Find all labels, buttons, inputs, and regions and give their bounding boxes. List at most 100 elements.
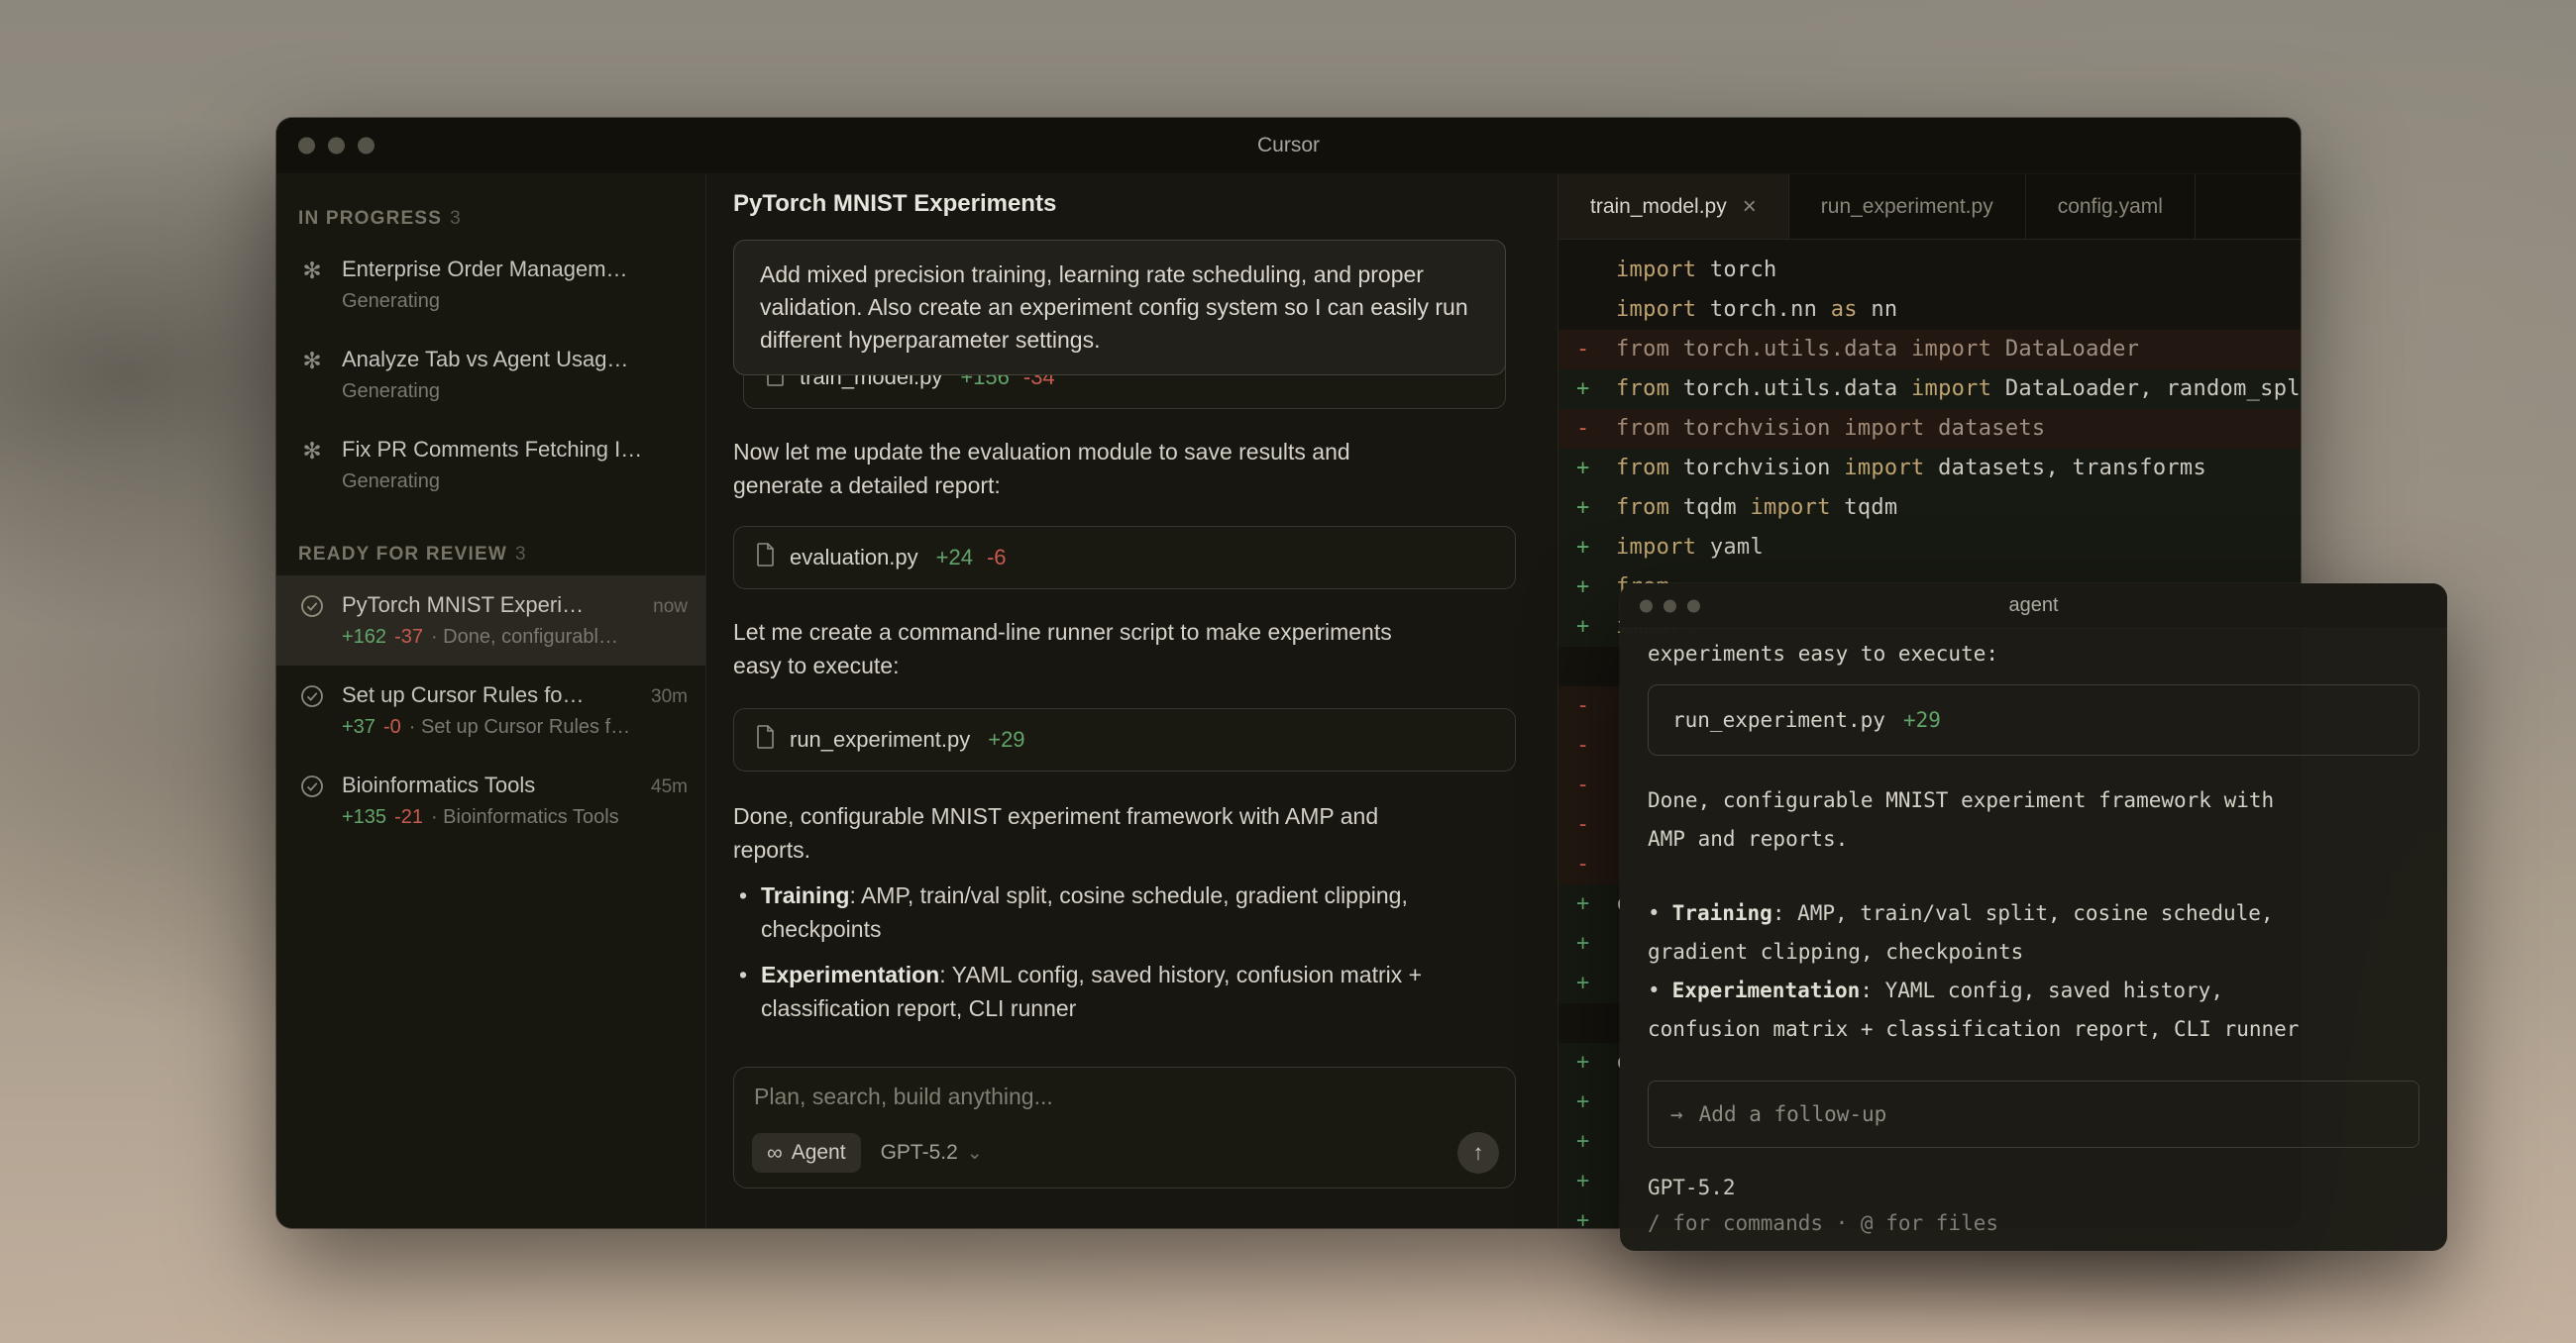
agent-model-label[interactable]: GPT-5.2 xyxy=(1648,1176,2419,1199)
code-line[interactable]: +from tqdm import tqdm xyxy=(1558,488,2301,528)
sidebar-item-fix-pr-comments[interactable]: ✻ Fix PR Comments Fetching I… Generating xyxy=(276,420,705,510)
file-name: run_experiment.py xyxy=(790,727,970,753)
sidebar-item-analyze-tab-agent[interactable]: ✻ Analyze Tab vs Agent Usag… Generating xyxy=(276,330,705,420)
sidebar-item-enterprise-order[interactable]: ✻ Enterprise Order Managem… Generating xyxy=(276,240,705,330)
task-title: Enterprise Order Managem… xyxy=(342,257,688,282)
traffic-light-maximize[interactable] xyxy=(1687,599,1700,612)
section-label-text: READY FOR REVIEW xyxy=(298,544,507,565)
code-line[interactable]: -from torch.utils.data import DataLoader xyxy=(1558,330,2301,369)
agent-bullet-experimentation: •Experimentation: YAML config, saved his… xyxy=(1648,972,2321,1049)
task-title: Fix PR Comments Fetching I… xyxy=(342,437,688,463)
task-title: Bioinformatics Tools xyxy=(342,773,641,798)
tab-label: run_experiment.py xyxy=(1821,195,1993,219)
infinity-icon: ∞ xyxy=(767,1140,783,1166)
diff-added: +29 xyxy=(988,727,1024,753)
diff-gutter-sign: + xyxy=(1576,964,1616,1003)
agent-window: agent experiments easy to execute: run_e… xyxy=(1620,583,2447,1251)
diff-gutter-sign xyxy=(1576,647,1616,686)
task-title: Analyze Tab vs Agent Usag… xyxy=(342,347,688,372)
traffic-light-minimize[interactable] xyxy=(328,138,345,155)
task-status: Generating xyxy=(342,469,688,493)
code-line[interactable]: import torch.nn as nn xyxy=(1558,290,2301,330)
task-time: now xyxy=(653,596,688,618)
assistant-paragraph: Now let me update the evaluation module … xyxy=(733,435,1432,502)
file-icon xyxy=(756,725,776,755)
task-title: PyTorch MNIST Experi… xyxy=(342,592,643,618)
agent-hint: / for commands · @ for files xyxy=(1648,1211,2419,1235)
code-line[interactable]: import torch xyxy=(1558,251,2301,290)
tab-run-experiment-py[interactable]: run_experiment.py xyxy=(1789,174,2026,239)
agents-sidebar: IN PROGRESS3 ✻ Enterprise Order Managem…… xyxy=(276,174,706,1228)
generating-spinner-icon: ✻ xyxy=(298,258,326,283)
section-count: 3 xyxy=(450,208,462,229)
task-time: 30m xyxy=(651,686,688,708)
summary-bullet-training: •Training: AMP, train/val split, cosine … xyxy=(733,878,1432,946)
arrow-up-icon: ↑ xyxy=(1473,1140,1484,1166)
file-name: run_experiment.py xyxy=(1672,708,1885,732)
composer-input[interactable]: Plan, search, build anything... xyxy=(754,1084,1495,1110)
generating-spinner-icon: ✻ xyxy=(298,348,326,373)
task-time: 45m xyxy=(651,776,688,798)
tab-train-model-py[interactable]: train_model.py × xyxy=(1558,174,1789,239)
traffic-light-close[interactable] xyxy=(298,138,315,155)
task-title: Set up Cursor Rules fo… xyxy=(342,682,641,708)
diff-gutter-sign: - xyxy=(1576,766,1616,805)
section-in-progress: IN PROGRESS3 xyxy=(298,208,684,230)
code-line[interactable]: +from torch.utils.data import DataLoader… xyxy=(1558,369,2301,409)
diff-gutter-sign: + xyxy=(1576,568,1616,607)
close-icon[interactable]: × xyxy=(1743,193,1757,221)
diff-gutter-sign: + xyxy=(1576,884,1616,924)
send-button[interactable]: ↑ xyxy=(1457,1132,1499,1174)
agent-file-chip[interactable]: run_experiment.py +29 xyxy=(1648,684,2419,756)
follow-up-placeholder: Add a follow-up xyxy=(1699,1102,1887,1126)
bullet-icon: • xyxy=(739,958,747,991)
agent-mode-pill[interactable]: ∞ Agent xyxy=(752,1133,861,1173)
arrow-right-icon: → xyxy=(1670,1102,1683,1126)
code-line[interactable]: +import yaml xyxy=(1558,528,2301,568)
editor-tabbar: train_model.py × run_experiment.py confi… xyxy=(1558,174,2301,240)
summary-bullet-experimentation: •Experimentation: YAML config, saved his… xyxy=(733,958,1432,1025)
section-count: 3 xyxy=(515,544,527,565)
diff-gutter-sign: - xyxy=(1576,330,1616,369)
diff-gutter-sign: + xyxy=(1576,449,1616,488)
user-message-bubble: Add mixed precision training, learning r… xyxy=(733,240,1506,375)
model-selector[interactable]: GPT-5.2 ⌄ xyxy=(881,1141,983,1165)
diff-gutter-sign: - xyxy=(1576,805,1616,845)
diff-gutter-sign: - xyxy=(1576,845,1616,884)
agent-window-content: experiments easy to execute: run_experim… xyxy=(1620,629,2447,1235)
sidebar-item-pytorch-mnist[interactable]: PyTorch MNIST Experi… now +162-37· Done,… xyxy=(276,575,705,666)
diff-gutter-sign: - xyxy=(1576,409,1616,449)
sidebar-item-bioinformatics[interactable]: Bioinformatics Tools 45m +135-21· Bioinf… xyxy=(276,756,705,846)
window-titlebar[interactable]: Cursor xyxy=(276,118,2301,174)
file-chip-evaluation[interactable]: evaluation.py +24 -6 xyxy=(733,526,1516,589)
diff-gutter-sign: - xyxy=(1576,686,1616,726)
follow-up-input[interactable]: → Add a follow-up xyxy=(1648,1081,2419,1148)
agent-window-controls xyxy=(1640,599,1700,612)
code-line[interactable]: -from torchvision import datasets xyxy=(1558,409,2301,449)
tab-config-yaml[interactable]: config.yaml xyxy=(2026,174,2196,239)
agent-window-title: agent xyxy=(2008,594,2058,617)
code-line[interactable]: +from torchvision import datasets, trans… xyxy=(1558,449,2301,488)
traffic-light-maximize[interactable] xyxy=(358,138,375,155)
traffic-light-close[interactable] xyxy=(1640,599,1653,612)
diff-gutter-sign xyxy=(1576,290,1616,330)
bullet-icon: • xyxy=(1648,979,1661,1002)
task-diff-summary: +37-0· Set up Cursor Rules f… xyxy=(342,715,688,739)
file-chip-run-experiment[interactable]: run_experiment.py +29 xyxy=(733,708,1516,772)
composer[interactable]: Plan, search, build anything... ∞ Agent … xyxy=(733,1067,1516,1188)
diff-added: +29 xyxy=(1903,708,1941,732)
file-name: evaluation.py xyxy=(790,545,918,570)
diff-gutter-sign: + xyxy=(1576,369,1616,409)
agent-scrolled-text: experiments easy to execute: xyxy=(1648,639,2419,669)
bullet-icon: • xyxy=(739,878,747,912)
task-status: Generating xyxy=(342,289,688,313)
diff-gutter-sign: + xyxy=(1576,1083,1616,1122)
task-diff-summary: +135-21· Bioinformatics Tools xyxy=(342,805,688,829)
diff-removed: -6 xyxy=(987,545,1007,570)
traffic-light-minimize[interactable] xyxy=(1664,599,1676,612)
diff-gutter-sign: + xyxy=(1576,1043,1616,1083)
sidebar-item-cursor-rules[interactable]: Set up Cursor Rules fo… 30m +37-0· Set u… xyxy=(276,666,705,756)
check-circle-icon xyxy=(298,683,326,714)
generating-spinner-icon: ✻ xyxy=(298,438,326,464)
agent-window-titlebar[interactable]: agent xyxy=(1620,583,2447,629)
